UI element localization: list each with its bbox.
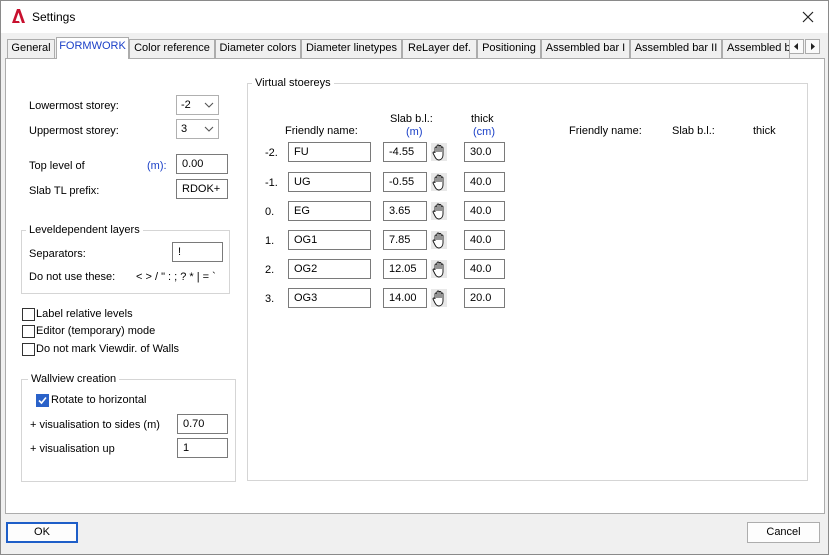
slab-bl-header-2: Slab b.l.: xyxy=(672,125,715,137)
top-level-input[interactable]: 0.00 xyxy=(176,154,228,174)
hand-pick-icon[interactable] xyxy=(431,202,447,220)
storey-index: 2. xyxy=(265,264,275,276)
thick-header: thick xyxy=(471,113,494,125)
storey-index: -1. xyxy=(265,177,278,189)
tab-diameter-colors[interactable]: Diameter colors xyxy=(215,39,301,58)
rotate-horizontal-checkbox[interactable] xyxy=(36,394,49,407)
chevron-left-icon xyxy=(794,43,798,50)
storey-index: 1. xyxy=(265,235,275,247)
storey-slab-input[interactable]: 12.05 xyxy=(383,259,427,279)
storey-slab-input[interactable]: -0.55 xyxy=(383,172,427,192)
slab-bl-unit: (m) xyxy=(406,126,423,138)
title-bar: Settings xyxy=(1,1,828,33)
thick-header-2: thick xyxy=(753,125,776,137)
tab-color-reference[interactable]: Color reference xyxy=(129,39,215,58)
tab-assembled-bar-3[interactable]: Assembled b xyxy=(722,39,790,58)
label-relative-levels-label: Label relative levels xyxy=(36,308,133,320)
tab-formwork[interactable]: FORMWORK xyxy=(56,37,129,59)
storey-name-input[interactable]: FU xyxy=(288,142,371,162)
chevron-down-icon xyxy=(204,102,214,108)
storey-thick-input[interactable]: 40.0 xyxy=(464,230,505,250)
separators-input[interactable]: ! xyxy=(172,242,223,262)
tab-assembled-bar-2[interactable]: Assembled bar II xyxy=(630,39,722,58)
storey-thick-input[interactable]: 40.0 xyxy=(464,172,505,192)
virtual-storeys-title: Virtual stoereys xyxy=(252,77,334,89)
tab-diameter-linetypes[interactable]: Diameter linetypes xyxy=(301,39,402,58)
storey-index: -2. xyxy=(265,147,278,159)
forbidden-characters: < > / " : ; ? * | = ` xyxy=(136,271,216,283)
visualisation-sides-label: + visualisation to sides (m) xyxy=(30,419,160,431)
tab-strip: General FORMWORK Color reference Diamete… xyxy=(5,37,825,59)
storey-name-input[interactable]: UG xyxy=(288,172,371,192)
hand-pick-icon[interactable] xyxy=(431,260,447,278)
storey-name-input[interactable]: OG2 xyxy=(288,259,371,279)
tab-positioning[interactable]: Positioning xyxy=(477,39,541,58)
top-level-unit: (m): xyxy=(147,160,167,172)
visualisation-sides-input[interactable]: 0.70 xyxy=(177,414,228,434)
slab-prefix-input[interactable]: RDOK+ xyxy=(176,179,228,199)
hand-pick-icon[interactable] xyxy=(431,231,447,249)
cancel-button[interactable]: Cancel xyxy=(747,522,820,543)
hand-pick-icon[interactable] xyxy=(431,173,447,191)
close-button[interactable] xyxy=(788,1,828,33)
tab-scroll-right-button[interactable] xyxy=(805,39,820,54)
storey-slab-input[interactable]: 7.85 xyxy=(383,230,427,250)
chevron-down-icon xyxy=(204,126,214,132)
lowermost-storey-select[interactable]: -2 xyxy=(176,95,219,115)
visualisation-up-input[interactable]: 1 xyxy=(177,438,228,458)
slab-prefix-label: Slab TL prefix: xyxy=(29,185,100,197)
slab-bl-header: Slab b.l.: xyxy=(390,113,433,125)
storey-thick-input[interactable]: 20.0 xyxy=(464,288,505,308)
autocad-app-icon xyxy=(12,9,25,23)
storey-name-input[interactable]: OG1 xyxy=(288,230,371,250)
storey-slab-input[interactable]: 3.65 xyxy=(383,201,427,221)
storey-name-input[interactable]: OG3 xyxy=(288,288,371,308)
separators-label: Separators: xyxy=(29,248,86,260)
top-level-label: Top level of xyxy=(29,160,85,172)
tab-relayer-def[interactable]: ReLayer def. xyxy=(402,39,477,58)
storey-slab-input[interactable]: -4.55 xyxy=(383,142,427,162)
storey-name-input[interactable]: EG xyxy=(288,201,371,221)
ok-button[interactable]: OK xyxy=(6,522,78,543)
thick-unit: (cm) xyxy=(473,126,495,138)
leveldependent-layers-title: Leveldependent layers xyxy=(26,224,143,236)
uppermost-storey-label: Uppermost storey: xyxy=(29,125,119,137)
checkmark-icon xyxy=(38,396,47,405)
uppermost-storey-select[interactable]: 3 xyxy=(176,119,219,139)
wallview-creation-title: Wallview creation xyxy=(28,373,120,385)
do-not-mark-viewdir-label: Do not mark Viewdir. of Walls xyxy=(36,343,180,355)
storey-slab-input[interactable]: 14.00 xyxy=(383,288,427,308)
lowermost-storey-value: -2 xyxy=(181,99,191,111)
leveldependent-layers-group xyxy=(21,230,230,294)
storey-thick-input[interactable]: 40.0 xyxy=(464,259,505,279)
editor-mode-checkbox[interactable] xyxy=(22,325,35,338)
storey-thick-input[interactable]: 30.0 xyxy=(464,142,505,162)
chevron-right-icon xyxy=(811,43,815,50)
lowermost-storey-label: Lowermost storey: xyxy=(29,100,119,112)
storey-thick-input[interactable]: 40.0 xyxy=(464,201,505,221)
formwork-page: Lowermost storey: -2 Uppermost storey: 3… xyxy=(5,58,825,514)
friendly-name-header-2: Friendly name: xyxy=(569,125,642,137)
storey-index: 0. xyxy=(265,206,275,218)
visualisation-up-label: + visualisation up xyxy=(30,443,115,455)
tab-assembled-bar-1[interactable]: Assembled bar I xyxy=(541,39,630,58)
hand-pick-icon[interactable] xyxy=(431,143,447,161)
storey-index: 3. xyxy=(265,293,275,305)
close-icon xyxy=(802,11,814,23)
tab-general[interactable]: General xyxy=(7,39,55,58)
rotate-horizontal-label: Rotate to horizontal xyxy=(51,394,147,406)
tab-scroll-left-button[interactable] xyxy=(789,39,804,54)
hand-pick-icon[interactable] xyxy=(431,289,447,307)
editor-mode-label: Editor (temporary) mode xyxy=(36,325,156,337)
do-not-mark-viewdir-checkbox[interactable] xyxy=(22,343,35,356)
window-title: Settings xyxy=(32,10,76,24)
uppermost-storey-value: 3 xyxy=(181,123,188,135)
settings-window: Settings General FORMWORK Color referenc… xyxy=(0,0,829,555)
label-relative-levels-checkbox[interactable] xyxy=(22,308,35,321)
do-not-use-label: Do not use these: xyxy=(29,271,116,283)
friendly-name-header: Friendly name: xyxy=(285,125,358,137)
